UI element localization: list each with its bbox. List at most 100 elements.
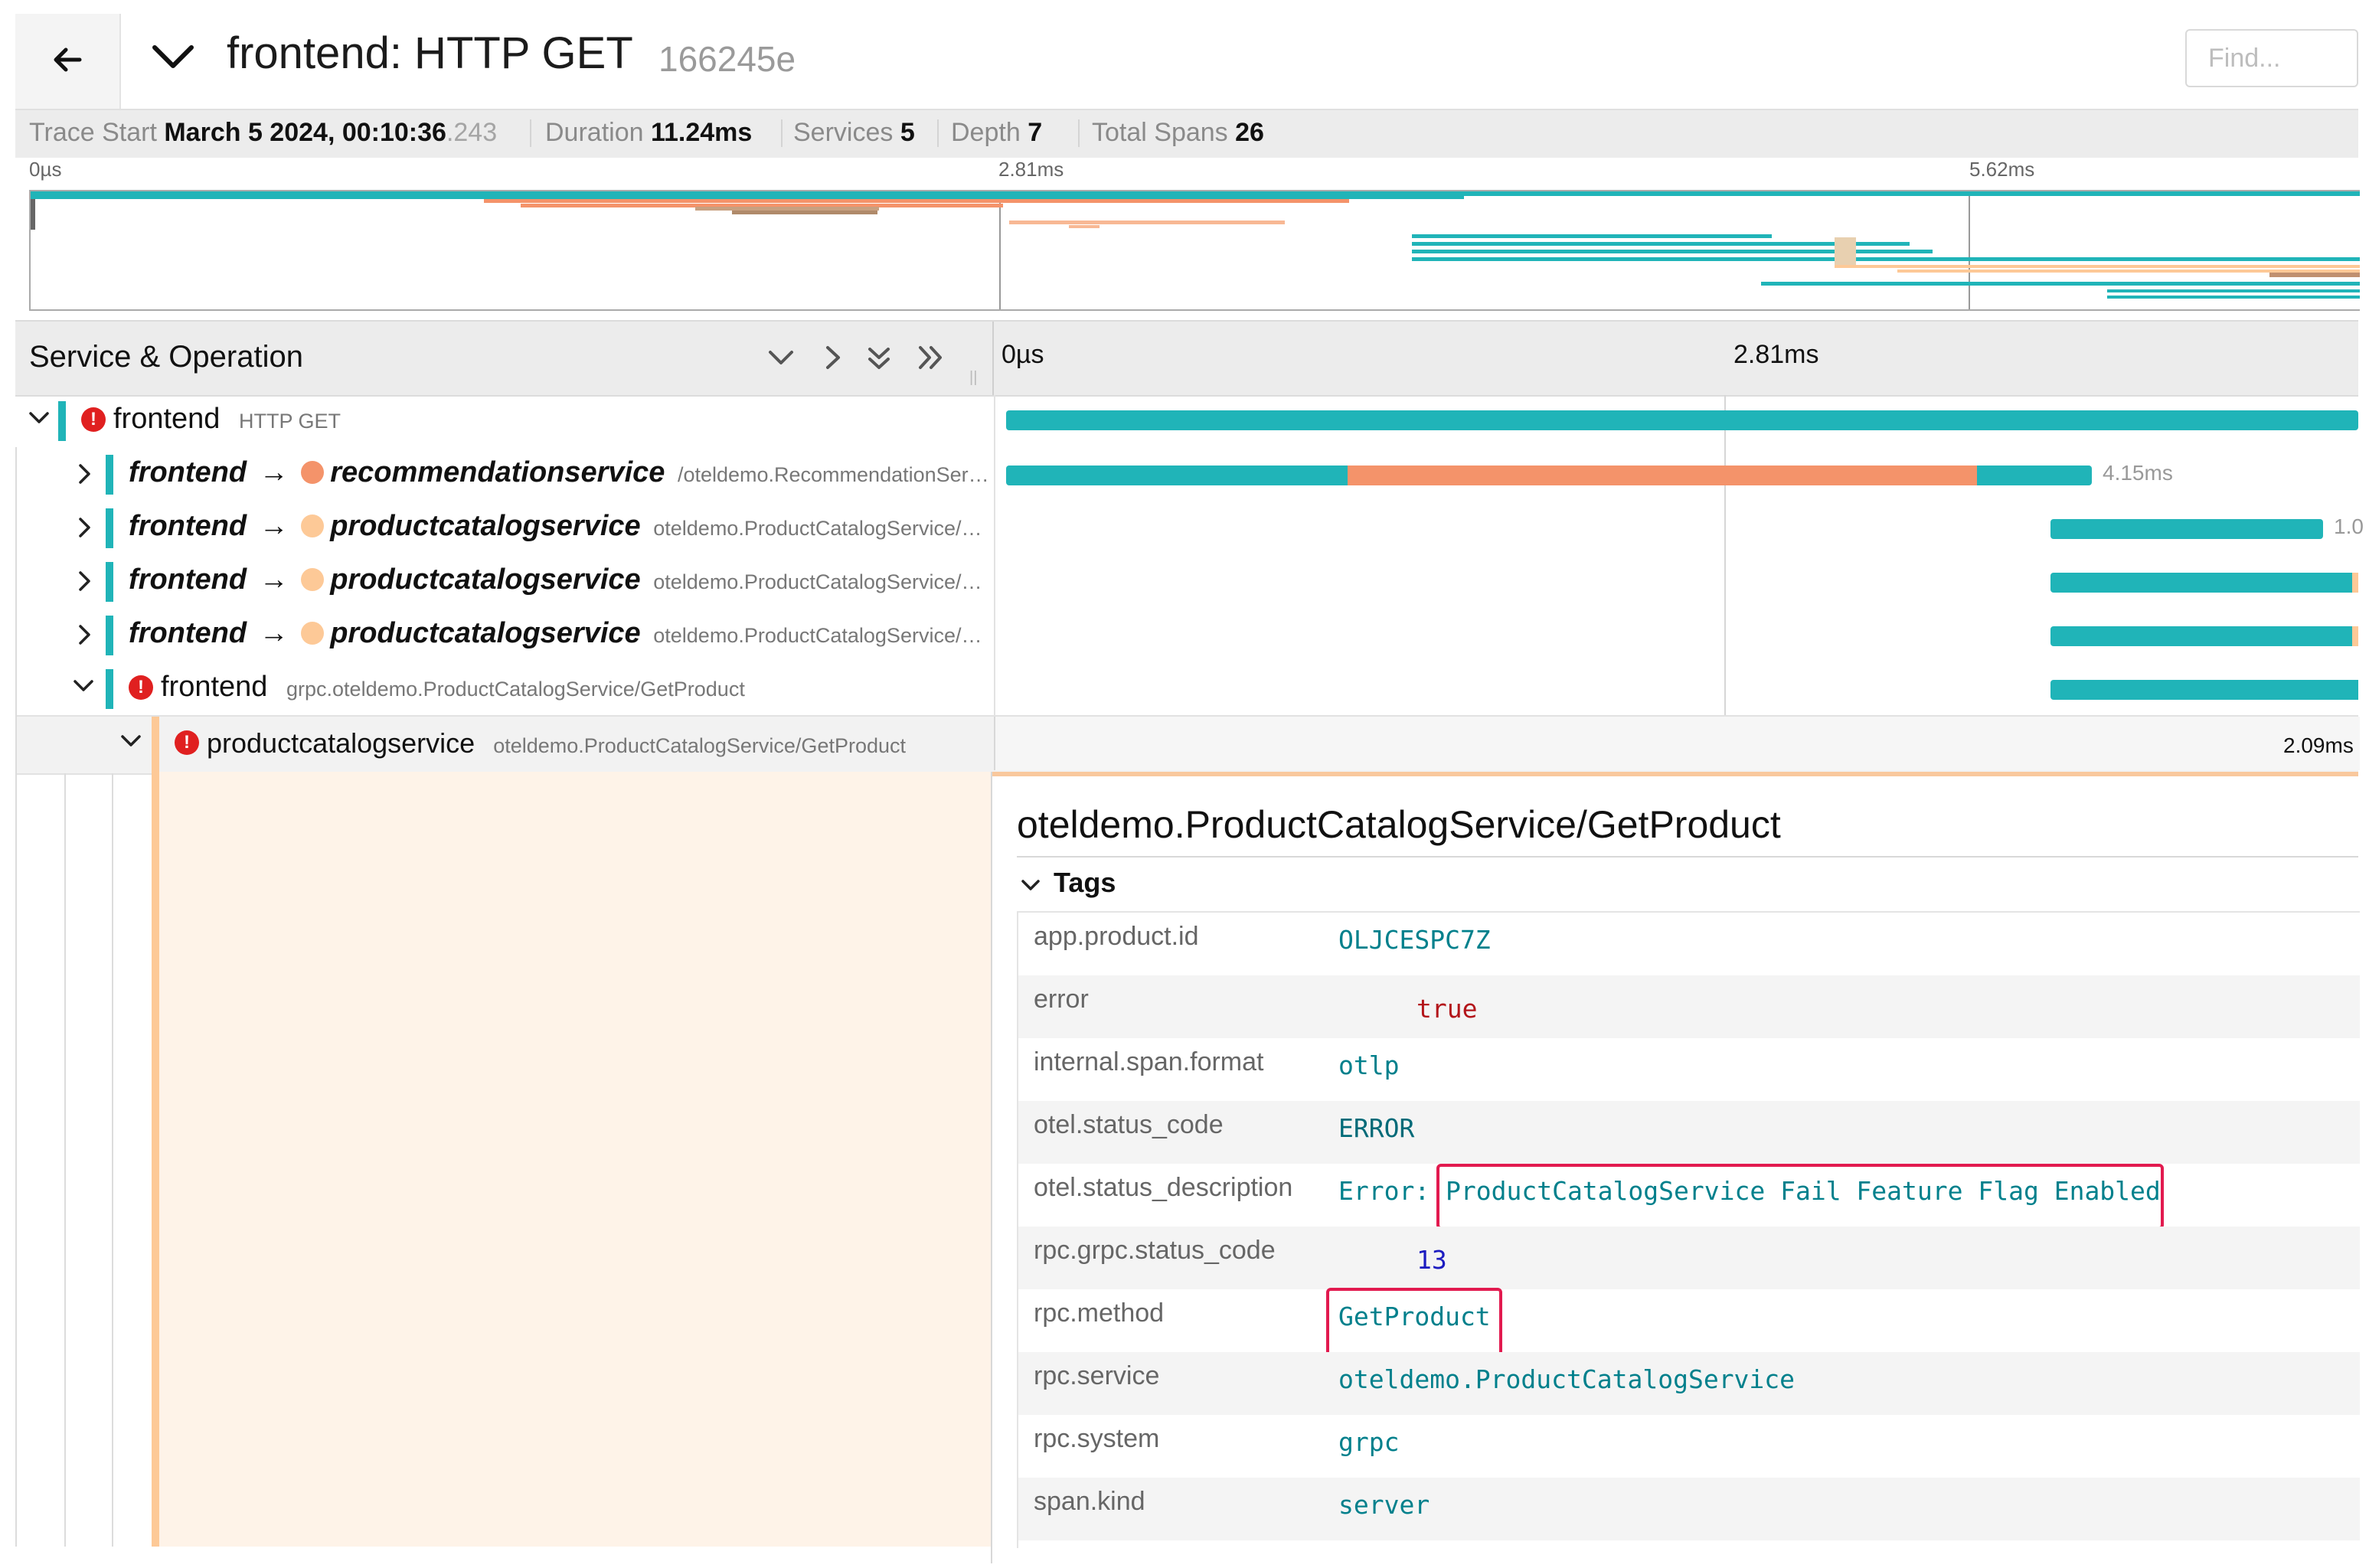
span-row-timeline[interactable] (994, 394, 2358, 447)
tag-row: otel.status_code ERROR (1018, 1101, 2360, 1164)
span-row[interactable]: ! frontend HTTP GET (15, 394, 2358, 447)
service-operation-header: Service & Operation (29, 340, 303, 374)
chevron-down-icon[interactable] (72, 677, 95, 695)
span-row-timeline[interactable] (994, 608, 2358, 662)
arrow-right-icon: → (259, 564, 289, 596)
tag-key: rpc.grpc.status_code (1034, 1236, 1276, 1265)
span-row-timeline[interactable] (994, 554, 2358, 608)
trace-start-label: Trace Start (29, 118, 157, 147)
span-table-header: Service & Operation || 0µs 2.81ms (15, 320, 2358, 397)
span-bar[interactable] (2050, 626, 2358, 646)
span-row[interactable]: frontend → productcatalogservice oteldem… (15, 554, 2358, 608)
total-spans-label: Total Spans (1092, 118, 1228, 147)
chevron-down-icon[interactable] (1020, 877, 1041, 894)
trace-start-ms: .243 (446, 118, 498, 147)
span-name: frontend → productcatalogservice oteldem… (129, 564, 982, 596)
span-detail-title: oteldemo.ProductCatalogService/GetProduc… (1017, 803, 1781, 846)
span-row-selected[interactable]: ! productcatalogservice oteldemo.Product… (15, 715, 2360, 775)
tag-value: ERROR (1338, 1113, 1415, 1143)
tag-key: app.product.id (1034, 922, 1199, 951)
span-duration: 2.09ms (2283, 733, 2354, 757)
span-row-label[interactable]: ! frontend HTTP GET (15, 394, 992, 447)
column-resizer[interactable] (992, 322, 994, 395)
span-row[interactable]: frontend → recommendationservice /otelde… (15, 447, 2358, 501)
tag-row: rpc.grpc.status_code 13 (1018, 1227, 2360, 1289)
service-name: frontend (129, 617, 247, 649)
service-name: frontend (129, 510, 247, 542)
chevron-right-icon[interactable] (75, 462, 93, 485)
service-dot-icon (301, 514, 325, 537)
trace-minimap[interactable]: 0µs 2.81ms 5.62ms (15, 158, 2360, 315)
operation-name: grpc.oteldemo.ProductCatalogService/GetP… (286, 678, 745, 701)
trace-id: 166245e (658, 39, 796, 79)
resize-grip-icon[interactable]: || (969, 369, 977, 387)
operation-name: oteldemo.ProductCatalogService/… (653, 517, 982, 540)
operation-name: /oteldemo.RecommendationSer… (677, 463, 989, 486)
collapse-all-icon[interactable] (864, 345, 894, 374)
back-button[interactable] (15, 14, 121, 109)
expand-all-icon[interactable] (916, 345, 948, 371)
span-row-label[interactable]: ! frontend grpc.oteldemo.ProductCatalogS… (15, 662, 992, 715)
selected-span-shade (159, 772, 992, 1547)
service-color-bar (58, 401, 66, 441)
depth: Depth 7 (951, 118, 1042, 148)
chevron-down-icon[interactable] (119, 732, 142, 750)
collapse-one-icon[interactable] (766, 345, 796, 371)
tag-row: otel.status_description Error: ProductCa… (1018, 1164, 2360, 1230)
span-name: frontend grpc.oteldemo.ProductCatalogSer… (161, 671, 745, 704)
span-row-timeline[interactable]: 1.0 (994, 501, 2364, 554)
service-name: frontend (113, 403, 221, 435)
chevron-right-icon[interactable] (75, 623, 93, 646)
span-row[interactable]: frontend → productcatalogservice oteldem… (15, 501, 2364, 554)
span-row-label[interactable]: frontend → productcatalogservice oteldem… (15, 608, 992, 662)
duration: Duration 11.24ms (545, 118, 752, 148)
trace-header: frontend: HTTP GET 166245e (0, 0, 2369, 109)
span-row[interactable]: frontend → productcatalogservice oteldem… (15, 608, 2358, 662)
target-service-name: productcatalogservice (330, 510, 641, 542)
span-row-label[interactable]: frontend → productcatalogservice oteldem… (15, 501, 992, 554)
span-name: frontend → recommendationservice /otelde… (129, 456, 989, 489)
span-row[interactable]: ! frontend grpc.oteldemo.ProductCatalogS… (15, 662, 2358, 715)
child-span-bar (1348, 466, 1977, 485)
operation-name: HTTP GET (239, 410, 341, 433)
chevron-down-icon[interactable] (150, 41, 196, 72)
tag-key: otel.status_description (1034, 1173, 1293, 1202)
tag-key: error (1034, 985, 1089, 1014)
arrow-right-icon: → (259, 617, 289, 649)
span-row-timeline[interactable]: 2.09ms (994, 717, 2360, 770)
operation-name: oteldemo.ProductCatalogService/… (653, 624, 982, 647)
arrow-right-icon: → (259, 456, 289, 488)
service-name: frontend (161, 671, 268, 703)
tag-value: grpc (1338, 1427, 1400, 1457)
expand-one-icon[interactable] (821, 345, 844, 371)
span-row-label[interactable]: frontend → recommendationservice /otelde… (15, 447, 992, 501)
span-detail-panel: oteldemo.ProductCatalogService/GetProduc… (992, 772, 2360, 1568)
tree-guide (112, 773, 113, 1547)
span-bar[interactable] (1006, 410, 2358, 430)
highlight-box (1436, 1164, 2164, 1230)
chevron-right-icon[interactable] (75, 516, 93, 539)
tags-section-toggle[interactable]: Tags (1054, 867, 1116, 899)
span-bar[interactable] (2050, 680, 2358, 700)
span-row-timeline[interactable] (994, 662, 2358, 715)
depth-value: 7 (1028, 118, 1043, 147)
tags-table: app.product.id OLJCESPC7Z error true int… (1017, 911, 2360, 1548)
span-bar[interactable] (2050, 519, 2323, 539)
trace-start: Trace Start March 5 2024, 00:10:36.243 (29, 118, 497, 148)
trace-title: frontend: HTTP GET (227, 28, 633, 78)
minimap-tick: 0µs (29, 158, 62, 181)
span-row-label[interactable]: ! productcatalogservice oteldemo.Product… (15, 717, 992, 775)
minimap-canvas[interactable] (29, 190, 2360, 311)
tag-row: internal.span.format otlp (1018, 1038, 2360, 1101)
service-name: frontend (129, 564, 247, 596)
chevron-right-icon[interactable] (75, 570, 93, 593)
span-row-timeline[interactable]: 4.15ms (994, 447, 2358, 501)
divider (1017, 856, 2358, 858)
tag-key: internal.span.format (1034, 1047, 1264, 1076)
chevron-down-icon[interactable] (28, 409, 51, 427)
span-row-label[interactable]: frontend → productcatalogservice oteldem… (15, 554, 992, 608)
arrow-left-icon (54, 47, 82, 72)
span-bar[interactable] (2050, 573, 2358, 593)
service-color-bar (106, 508, 113, 548)
find-input[interactable] (2185, 29, 2358, 87)
